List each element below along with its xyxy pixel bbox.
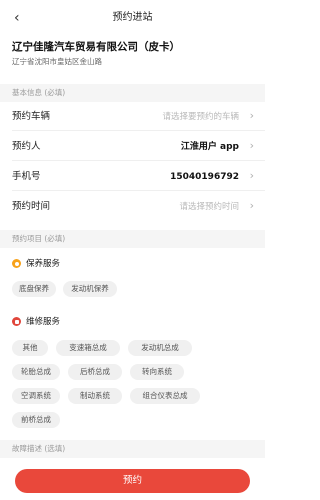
project-title: 预约项目 (必填) <box>12 234 66 243</box>
project-header: 预约项目 (必填) <box>0 230 265 248</box>
time-label: 预约时间 <box>12 201 51 212</box>
vehicle-label: 预约车辆 <box>12 111 51 122</box>
chevron-right-icon: › <box>249 139 254 152</box>
divider <box>12 190 265 191</box>
person-row[interactable]: 预约人 江淮用户 app › <box>0 133 265 161</box>
fault-header: 故障描述 (选填) <box>0 440 265 458</box>
chevron-right-icon: › <box>249 109 254 122</box>
page-title: 预约进站 <box>112 12 153 23</box>
chip-repair-7[interactable]: 制动系统 <box>68 388 122 404</box>
chip-repair-4[interactable]: 后桥总成 <box>68 364 122 380</box>
chip-repair-9[interactable]: 前桥总成 <box>12 412 60 428</box>
chip-repair-3[interactable]: 轮胎总成 <box>12 364 60 380</box>
phone-value: 15040196792 <box>170 172 239 182</box>
chip-repair-8[interactable]: 组合仪表总成 <box>130 388 200 404</box>
chip-repair-1[interactable]: 变速箱总成 <box>56 340 120 356</box>
repair-title: 维修服务 <box>26 317 61 327</box>
chevron-right-icon: › <box>249 169 254 182</box>
chip-maintenance-1[interactable]: 发动机保养 <box>63 281 117 297</box>
time-row[interactable]: 预约时间 请选择预约时间 › <box>0 193 265 221</box>
maintenance-icon <box>12 259 21 268</box>
chip-maintenance-0[interactable]: 底盘保养 <box>12 281 56 297</box>
chip-repair-2[interactable]: 发动机总成 <box>128 340 192 356</box>
chevron-right-icon: › <box>249 199 254 212</box>
dealer-address: 辽宁省沈阳市皇姑区金山路 <box>12 57 102 66</box>
person-value: 江淮用户 app <box>180 142 239 152</box>
vehicle-row[interactable]: 预约车辆 请选择要预约的车辆 › <box>0 103 265 131</box>
dealer-name: 辽宁佳隆汽车贸易有限公司（皮卡） <box>12 41 180 53</box>
chip-repair-0[interactable]: 其他 <box>12 340 48 356</box>
phone-row[interactable]: 手机号 15040196792 › <box>0 163 265 191</box>
nav-bar: ‹ 预约进站 <box>0 0 265 36</box>
submit-button[interactable]: 预约 <box>15 469 250 493</box>
phone-label: 手机号 <box>12 171 41 182</box>
chip-repair-5[interactable]: 转向系统 <box>130 364 184 380</box>
chip-repair-6[interactable]: 空调系统 <box>12 388 60 404</box>
dealer-info: 辽宁佳隆汽车贸易有限公司（皮卡） 辽宁省沈阳市皇姑区金山路 <box>12 40 252 68</box>
time-placeholder: 请选择预约时间 <box>179 202 239 212</box>
vehicle-placeholder: 请选择要预约的车辆 <box>162 112 239 122</box>
divider <box>12 160 265 161</box>
divider <box>12 130 265 131</box>
repair-icon <box>12 317 21 326</box>
basic-info-title: 基本信息 (必填) <box>12 88 66 97</box>
person-label: 预约人 <box>12 141 41 152</box>
fault-title: 故障描述 (选填) <box>12 444 66 453</box>
basic-info-header: 基本信息 (必填) <box>0 84 265 102</box>
maintenance-title: 保养服务 <box>26 259 61 269</box>
